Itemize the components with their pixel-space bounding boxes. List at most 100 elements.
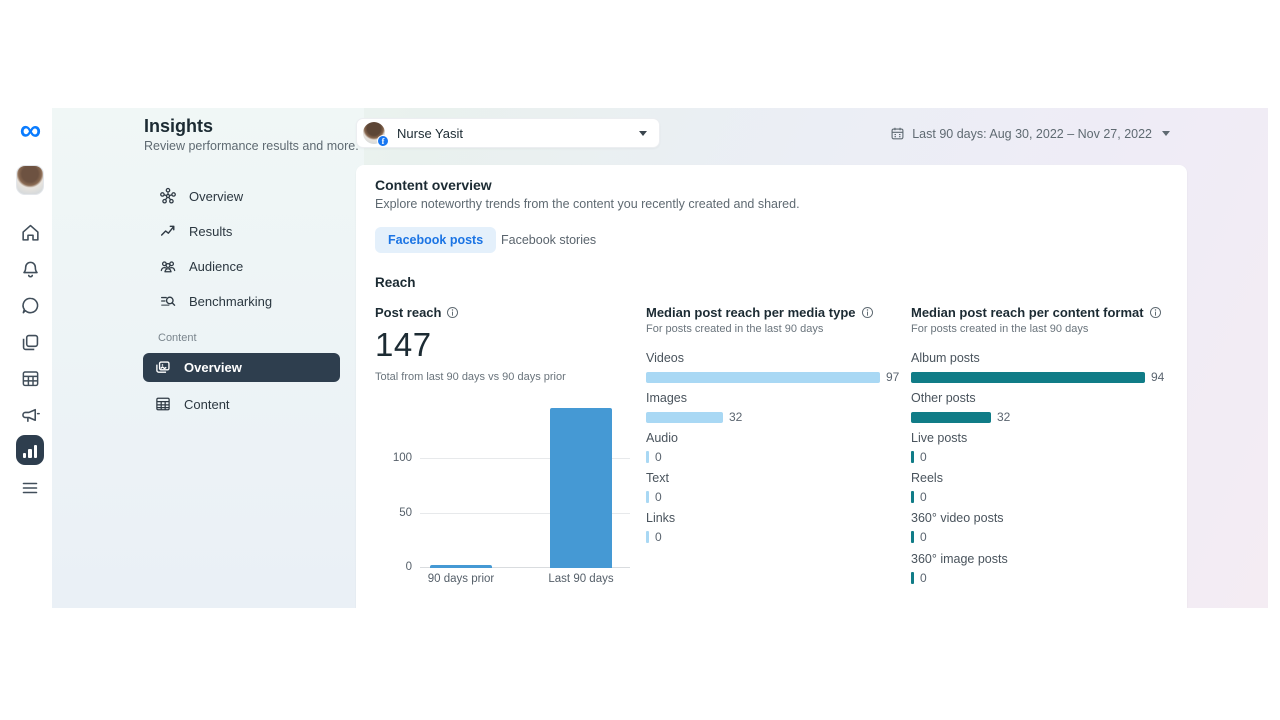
x-label-90-days-prior: 90 days prior [427,573,495,585]
post-reach-value: 147 [375,326,432,363]
meta-logo[interactable]: ∞ [16,114,44,147]
hbar[interactable] [911,371,1145,383]
rail-item-home[interactable] [16,218,44,246]
sidebar-item-content-overview[interactable]: Overview [143,353,340,382]
hbar-row-audio: Audio 0 [646,431,898,464]
row-label: 360° video posts [911,511,1004,525]
rail-item-posts[interactable] [16,328,44,356]
hbar[interactable] [646,371,880,383]
sidebar-item-audience[interactable]: Audience [148,251,348,281]
row-label: Text [646,471,669,485]
hbar-row-live-posts: Live posts 0 [911,431,1163,464]
y-tick-50: 50 [399,507,412,519]
panel-subtitle: For posts created in the last 90 days [646,323,824,335]
hamburger-menu-icon [22,482,38,494]
bell-icon [22,261,38,277]
row-label: Album posts [911,351,980,365]
content-overview-card: Content overview Explore noteworthy tren… [356,165,1187,608]
media-type-panel: Median post reach per media type For pos… [646,305,899,544]
row-label: Images [646,391,687,405]
row-value: 32 [729,410,743,424]
insights-sidebar: Insights Review performance results and … [52,108,364,608]
date-range-picker[interactable]: Last 90 days: Aug 30, 2022 – Nov 27, 202… [890,126,1170,141]
row-value: 0 [920,571,927,585]
date-range-label: Last 90 days: Aug 30, 2022 – Nov 27, 202… [912,126,1152,141]
benchmark-search-icon [158,292,177,311]
sidebar-item-label: Overview [184,360,242,375]
rail-item-inbox[interactable] [16,291,44,319]
hbar-row-text: Text 0 [646,471,898,504]
sidebar-section-content: Content [158,332,197,344]
meta-business-suite-window: ∞ Insights Review performance results an… [8,108,1268,608]
sidebar-item-benchmarking[interactable]: Benchmarking [148,286,348,316]
info-icon[interactable] [1149,306,1162,319]
y-tick-0: 0 [405,561,412,573]
hbar[interactable] [911,451,914,463]
molecule-icon [158,187,177,206]
row-value: 0 [655,530,662,544]
meta-infinity-icon: ∞ [19,114,41,147]
rail-item-planner[interactable] [16,364,44,392]
page-avatar: f [363,122,389,147]
sidebar-item-results[interactable]: Results [148,216,348,246]
info-icon[interactable] [446,306,459,319]
app-rail: ∞ [8,108,52,608]
tab-label: Facebook posts [388,233,484,247]
hbar[interactable] [646,411,723,423]
rail-item-ads[interactable] [16,401,44,429]
tab-facebook-stories[interactable]: Facebook stories [488,227,609,253]
hbar-row-360-image-posts: 360° image posts 0 [911,552,1163,585]
sidebar-title: Insights [144,116,214,136]
sidebar-item-content[interactable]: Content [143,389,340,419]
chat-bubble-icon [21,297,38,313]
megaphone-icon [21,408,40,422]
tab-label: Facebook stories [501,233,597,247]
rail-item-insights-active[interactable] [16,435,44,465]
bar-90-days-prior[interactable] [430,564,492,568]
bar-last-90-days[interactable] [550,408,612,568]
sidebar-item-label: Results [189,223,233,239]
hbar[interactable] [911,531,914,543]
info-icon[interactable] [861,306,874,319]
hbar-row-other-posts: Other posts 32 [911,391,1163,424]
content-frames-icon [153,358,172,377]
row-value: 0 [920,450,927,464]
post-reach-panel: Post reach [375,305,635,320]
avatar [16,165,44,195]
hbar-row-reels: Reels 0 [911,471,1163,504]
row-value: 0 [655,490,662,504]
people-group-icon [158,257,177,276]
rail-profile-avatar[interactable] [16,165,44,195]
rail-item-all-tools[interactable] [16,474,44,502]
tab-facebook-posts[interactable]: Facebook posts [375,227,497,253]
row-label: Audio [646,431,678,445]
hbar[interactable] [911,572,914,584]
hbar-row-album-posts: Album posts 94 [911,351,1165,384]
screen: ∞ Insights Review performance results an… [0,0,1280,720]
calendar-icon [891,127,904,140]
row-value: 97 [886,370,900,384]
row-value: 94 [1151,370,1165,384]
row-value: 32 [997,410,1011,424]
hbar[interactable] [646,451,649,463]
home-icon [21,224,39,241]
page-selector[interactable]: f Nurse Yasit [356,118,660,148]
hbar[interactable] [911,411,991,423]
hbar[interactable] [646,531,649,543]
hbar-row-videos: Videos 97 [646,351,900,384]
row-label: Reels [911,471,943,485]
chevron-down-icon [639,130,647,136]
row-label: Videos [646,351,684,365]
rail-item-notifications[interactable] [16,255,44,283]
sidebar-item-label: Content [184,396,230,412]
row-label: Other posts [911,391,976,405]
planner-grid-icon [22,370,38,386]
hbar[interactable] [911,491,914,503]
hbar-row-images: Images 32 [646,391,898,424]
panel-title: Median post reach per media type [646,305,856,320]
card-subtitle: Explore noteworthy trends from the conte… [375,197,800,211]
sidebar-item-overview[interactable]: Overview [148,181,348,211]
hbar[interactable] [646,491,649,503]
row-value: 0 [655,450,662,464]
card-title: Content overview [375,177,492,193]
